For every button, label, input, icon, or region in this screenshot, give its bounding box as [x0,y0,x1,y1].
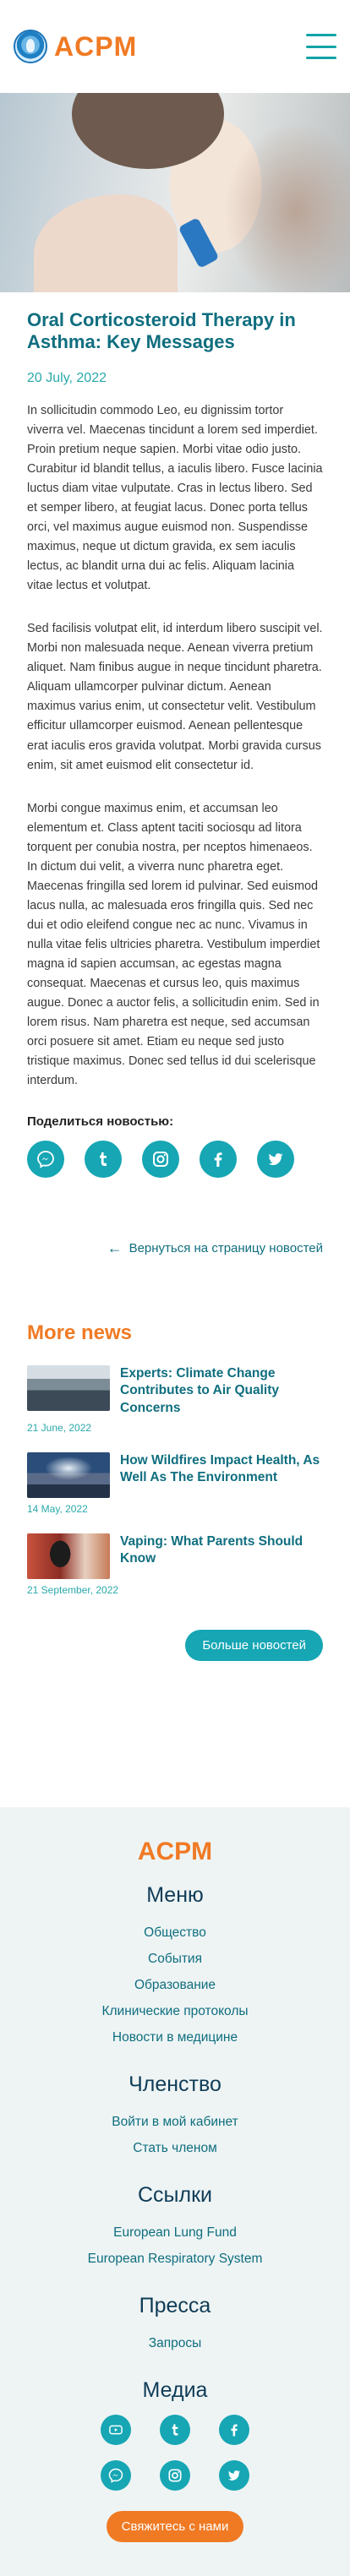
contact-us-button[interactable]: Свяжитесь с нами [106,2511,244,2542]
logo-emblem-icon [14,30,47,63]
hero-image-figure [34,194,178,292]
footer-link-european-respiratory-system[interactable]: European Respiratory System [0,2246,350,2272]
footer-links-section: Ссылки European Lung Fund European Respi… [0,2183,350,2272]
article-paragraph: Morbi congue maximus enim, et accumsan l… [27,801,320,1088]
youtube-icon[interactable] [101,2415,131,2445]
footer-membership-section: Членство Войти в мой кабинет Стать члено… [0,2072,350,2161]
news-item-title: Experts: Climate Change Contributes to A… [120,1366,280,1415]
footer-media-section: Медиа Свяжитесь с нами [0,2378,350,2542]
news-thumbnail [27,1451,110,1498]
logo-text: ACPM [54,30,138,62]
news-item-link[interactable]: Vaping: What Parents Should Know [27,1533,323,1579]
hamburger-line [306,34,336,36]
article-title: Oral Corticosteroid Therapy in Asthma: K… [27,309,296,353]
hero-image [0,93,350,292]
site-header: ACPM [0,0,350,93]
footer-link-become-member[interactable]: Стать членом [0,2135,350,2161]
messenger-icon[interactable] [101,2460,131,2491]
footer-logo[interactable]: ACPM [0,1838,350,1866]
footer-membership-heading: Членство [129,2072,221,2096]
footer-link-events[interactable]: События [0,1946,350,1972]
twitter-icon[interactable] [219,2460,249,2491]
facebook-icon[interactable] [219,2415,249,2445]
more-news-title: More news [27,1321,133,1345]
footer-link-login[interactable]: Войти в мой кабинет [0,2109,350,2135]
news-item: Experts: Climate Change Contributes to A… [27,1365,323,1434]
messenger-icon[interactable] [27,1141,64,1179]
instagram-icon[interactable] [142,1141,179,1179]
footer-media-heading: Медиа [142,2378,208,2402]
share-icons [27,1141,323,1179]
share-label: Поделиться новостью: [27,1114,174,1130]
footer-links-heading: Ссылки [137,2183,212,2207]
facebook-icon[interactable] [200,1141,237,1179]
hamburger-line [306,57,336,59]
tumblr-icon[interactable] [85,1141,122,1179]
back-to-news-label: Вернуться на страницу новостей [129,1240,323,1255]
footer-menu-section: Меню Общество События Образование Клинич… [0,1883,350,2050]
arrow-left-icon: ← [107,1239,123,1257]
article: Oral Corticosteroid Therapy in Asthma: K… [0,292,350,1179]
footer-press-heading: Пресса [139,2294,211,2317]
inhaler-shape [178,217,220,269]
footer-link-requests[interactable]: Запросы [0,2330,350,2356]
news-item-date: 21 June, 2022 [27,1421,92,1434]
logo[interactable]: ACPM [14,30,137,63]
hamburger-line [306,45,336,48]
news-item-link[interactable]: How Wildfires Impact Health, As Well As … [27,1451,323,1498]
article-paragraph: In sollicitudin commodo Leo, eu dignissi… [27,403,323,593]
news-item-title: Vaping: What Parents Should Know [120,1533,304,1566]
instagram-icon[interactable] [160,2460,190,2491]
footer-link-education[interactable]: Образование [0,1972,350,1998]
hero-image-figure [72,93,224,169]
back-to-news-link[interactable]: ← Вернуться на страницу новостей [0,1178,350,1255]
footer-link-society[interactable]: Общество [0,1920,350,1946]
site-footer: ACPM Меню Общество События Образование К… [0,1807,350,2576]
tumblr-icon[interactable] [160,2415,190,2445]
more-news-button[interactable]: Больше новостей [185,1629,323,1661]
footer-link-clinical-protocols[interactable]: Клинические протоколы [0,1998,350,2024]
news-thumbnail [27,1365,110,1412]
news-item: Vaping: What Parents Should Know 21 Sept… [27,1533,323,1596]
news-item-title: How Wildfires Impact Health, As Well As … [120,1452,320,1484]
footer-press-section: Пресса Запросы [0,2294,350,2356]
article-paragraph: Sed facilisis volutpat elit, id interdum… [27,622,323,772]
footer-media-icons-row [0,2415,350,2445]
more-news-button-wrap: Больше новостей [0,1615,350,1661]
footer-link-medical-news[interactable]: Новости в медицине [0,2024,350,2050]
hamburger-menu-icon[interactable] [306,34,336,59]
news-thumbnail [27,1533,110,1579]
news-item-date: 21 September, 2022 [27,1583,119,1596]
news-item: How Wildfires Impact Health, As Well As … [27,1451,323,1515]
footer-link-european-lung-fund[interactable]: European Lung Fund [0,2219,350,2246]
page: ACPM Oral Corticosteroid Therapy in Asth… [0,0,350,2576]
news-item-link[interactable]: Experts: Climate Change Contributes to A… [27,1365,323,1416]
article-date: 20 July, 2022 [27,370,107,385]
footer-media-icons-row [0,2460,350,2491]
more-news-section: More news Experts: Climate Change Contri… [0,1255,350,1596]
footer-menu-heading: Меню [146,1883,204,1907]
twitter-icon[interactable] [257,1141,294,1179]
news-item-date: 14 May, 2022 [27,1502,88,1515]
